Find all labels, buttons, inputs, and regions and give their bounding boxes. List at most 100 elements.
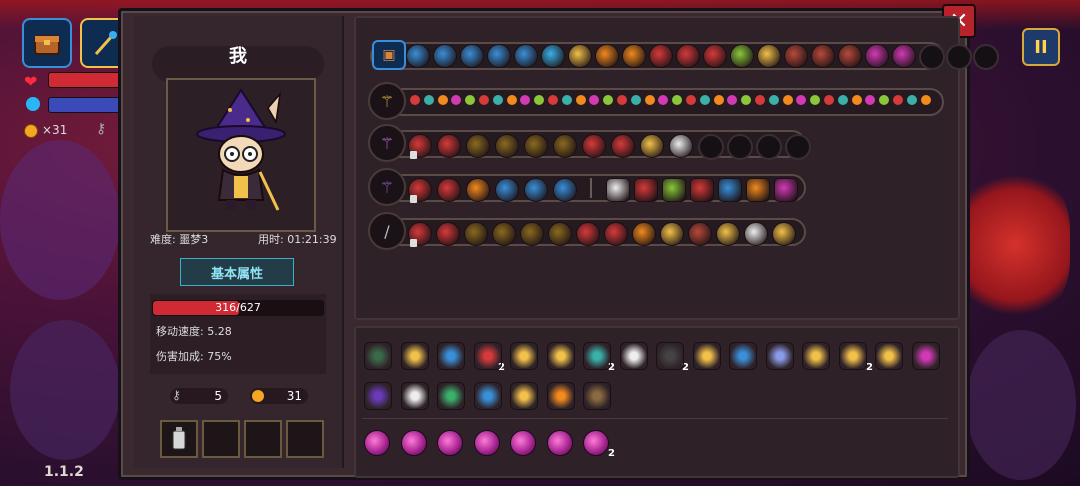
- weapon-slot[interactable]: [606, 178, 630, 202]
- weapon-slot[interactable]: [772, 222, 796, 246]
- passive-item[interactable]: [364, 382, 392, 410]
- empty-skill-slot[interactable]: [973, 44, 999, 70]
- passive-item[interactable]: [765, 342, 794, 370]
- inventory-slot[interactable]: [160, 420, 198, 458]
- backpack-icon[interactable]: [22, 18, 72, 68]
- curse-orb[interactable]: [473, 430, 500, 456]
- curse-orb[interactable]: [583, 430, 609, 456]
- inventory-slot[interactable]: [202, 420, 240, 458]
- pause-button[interactable]: II: [1022, 28, 1060, 66]
- weapon-slot[interactable]: [520, 222, 544, 246]
- skill-slot[interactable]: [892, 44, 916, 68]
- empty-skill-slot[interactable]: [919, 44, 945, 70]
- weapon-slot[interactable]: [492, 222, 516, 246]
- passive-item[interactable]: [546, 342, 575, 370]
- empty-weapon-slot[interactable]: [727, 134, 753, 160]
- passive-item[interactable]: [473, 382, 502, 410]
- weapon-slot[interactable]: [553, 134, 577, 158]
- weapon-slot[interactable]: [548, 222, 572, 246]
- basic-attributes-button[interactable]: 基本属性: [180, 258, 294, 286]
- passive-item[interactable]: [510, 342, 538, 370]
- curse-orb[interactable]: [437, 430, 463, 456]
- passive-item[interactable]: [437, 342, 465, 370]
- weapon-slot[interactable]: [744, 222, 768, 246]
- weapon-slot[interactable]: [582, 134, 606, 158]
- curse-orb[interactable]: [364, 430, 390, 456]
- skill-slot[interactable]: [595, 44, 619, 68]
- backpack-icon[interactable]: ▣: [372, 40, 406, 70]
- skill-slot[interactable]: [676, 44, 700, 68]
- passive-item[interactable]: [656, 342, 684, 370]
- skill-slot[interactable]: [622, 44, 646, 68]
- weapon-slot[interactable]: [524, 178, 548, 202]
- weapon-slot[interactable]: [495, 178, 519, 202]
- passive-item[interactable]: [400, 382, 429, 410]
- weapon-slot[interactable]: [640, 134, 664, 158]
- passive-item[interactable]: [729, 342, 757, 370]
- passive-item[interactable]: [911, 342, 940, 370]
- skill-slot[interactable]: [406, 44, 430, 68]
- shadow-blade-icon[interactable]: /: [368, 212, 406, 250]
- weapon-slot[interactable]: [553, 178, 577, 202]
- passive-item[interactable]: [400, 342, 429, 370]
- passive-item[interactable]: [364, 342, 392, 370]
- skill-slot[interactable]: [433, 44, 457, 68]
- weapon-slot[interactable]: [576, 222, 600, 246]
- weapon-slot[interactable]: [662, 178, 686, 202]
- skill-slot[interactable]: [568, 44, 592, 68]
- curse-orb[interactable]: [510, 430, 536, 456]
- weapon-slot[interactable]: [718, 178, 742, 202]
- weapon-slot[interactable]: [524, 134, 548, 158]
- golden-staff-icon[interactable]: ⚚: [368, 82, 406, 120]
- weapon-slot[interactable]: [437, 134, 461, 158]
- skill-slot[interactable]: [730, 44, 754, 68]
- inventory-slot[interactable]: [244, 420, 282, 458]
- passive-item[interactable]: [473, 342, 502, 370]
- skill-slot[interactable]: [784, 44, 808, 68]
- weapon-slot[interactable]: [466, 178, 490, 202]
- weapon-slot[interactable]: [466, 134, 490, 158]
- passive-item[interactable]: [875, 342, 903, 370]
- skill-slot[interactable]: [487, 44, 511, 68]
- weapon-slot[interactable]: [716, 222, 740, 246]
- weapon-slot[interactable]: [437, 178, 461, 202]
- weapon-slot[interactable]: [634, 178, 658, 202]
- skill-slot[interactable]: [649, 44, 673, 68]
- skill-slot[interactable]: [865, 44, 889, 68]
- skill-slot[interactable]: [541, 44, 565, 68]
- weapon-slot[interactable]: [669, 134, 693, 158]
- purple-staff-icon[interactable]: ⚚: [368, 124, 406, 162]
- weapon-slot[interactable]: [690, 178, 714, 202]
- weapon-slot[interactable]: [632, 222, 656, 246]
- empty-weapon-slot[interactable]: [785, 134, 811, 160]
- dark-staff-icon[interactable]: ⚚: [368, 168, 406, 206]
- skill-slot[interactable]: [838, 44, 862, 68]
- weapon-slot[interactable]: [774, 178, 798, 202]
- curse-orb[interactable]: [400, 430, 427, 456]
- inventory-slot[interactable]: [286, 420, 324, 458]
- weapon-slot[interactable]: [436, 222, 460, 246]
- curse-orb[interactable]: [546, 430, 573, 456]
- weapon-slot[interactable]: [604, 222, 628, 246]
- passive-item[interactable]: [583, 382, 611, 410]
- empty-weapon-slot[interactable]: [756, 134, 782, 160]
- weapon-slot[interactable]: [495, 134, 519, 158]
- passive-item[interactable]: [510, 382, 538, 410]
- skill-slot[interactable]: [757, 44, 781, 68]
- skill-slot[interactable]: [811, 44, 835, 68]
- passive-item[interactable]: [802, 342, 830, 370]
- passive-item[interactable]: [583, 342, 611, 370]
- passive-item[interactable]: [546, 382, 575, 410]
- passive-item[interactable]: [619, 342, 648, 370]
- empty-weapon-slot[interactable]: [698, 134, 724, 160]
- passive-item[interactable]: [437, 382, 465, 410]
- skill-slot[interactable]: [514, 44, 538, 68]
- passive-item[interactable]: [838, 342, 867, 370]
- weapon-slot[interactable]: [746, 178, 770, 202]
- weapon-slot[interactable]: [611, 134, 635, 158]
- weapon-slot[interactable]: [688, 222, 712, 246]
- empty-skill-slot[interactable]: [946, 44, 972, 70]
- skill-slot[interactable]: [460, 44, 484, 68]
- weapon-slot[interactable]: [660, 222, 684, 246]
- skill-slot[interactable]: [703, 44, 727, 68]
